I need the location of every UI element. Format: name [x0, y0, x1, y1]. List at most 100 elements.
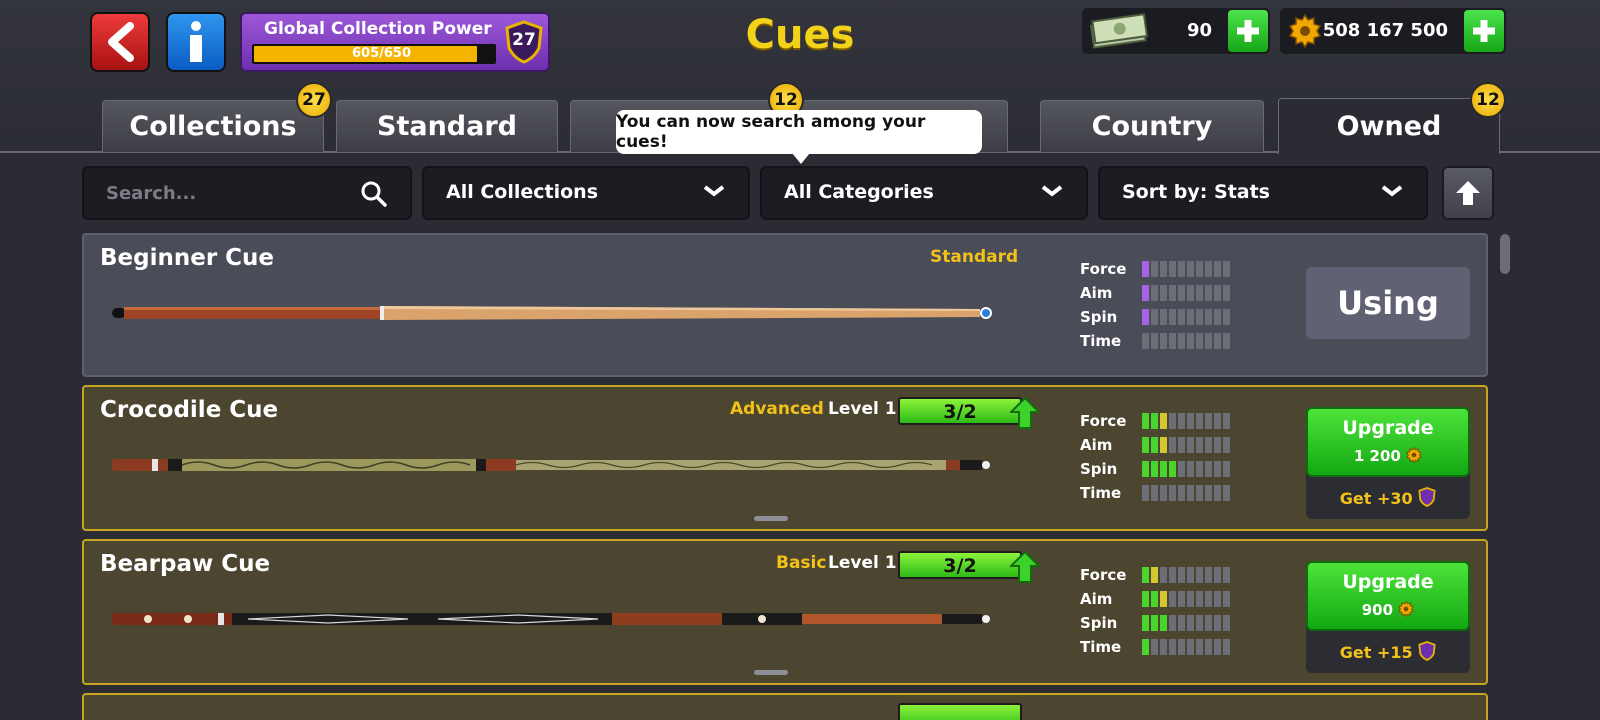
collections-dropdown[interactable]: All Collections [422, 166, 750, 220]
cue-card-crocodile[interactable]: Crocodile Cue Advanced Level 1 3/2 Force… [82, 385, 1488, 531]
stat-bars-force [1142, 261, 1230, 277]
stat-segment [1160, 461, 1167, 477]
stat-segment [1178, 333, 1185, 349]
stat-segment [1178, 437, 1185, 453]
stat-segment [1205, 413, 1212, 429]
stat-segment [1160, 437, 1167, 453]
stat-row-time: Time [1080, 481, 1230, 505]
stat-segment [1196, 437, 1203, 453]
stat-segment [1223, 413, 1230, 429]
categories-dropdown[interactable]: All Categories [760, 166, 1088, 220]
stat-segment [1223, 639, 1230, 655]
upgrade-button[interactable]: Upgrade 1 200 [1306, 407, 1470, 477]
stat-bars-time [1142, 485, 1230, 501]
stat-bars-force [1142, 567, 1230, 583]
stat-label: Spin [1080, 308, 1118, 326]
get-reward[interactable]: Get +15 [1306, 641, 1470, 662]
stat-segment [1187, 309, 1194, 325]
stat-segment [1187, 261, 1194, 277]
stat-segment [1142, 413, 1149, 429]
chevron-down-icon [1041, 185, 1063, 197]
stat-segment [1142, 309, 1149, 325]
tab-standard[interactable]: Standard [336, 100, 558, 152]
stat-segment [1178, 591, 1185, 607]
stat-segment [1214, 591, 1221, 607]
stat-row-force: Force [1080, 563, 1230, 587]
sort-dropdown[interactable]: Sort by: Stats [1098, 166, 1428, 220]
collections-badge: 27 [296, 82, 332, 118]
cue-card-beginner[interactable]: Beginner Cue Standard Force Aim Spin Time U… [82, 233, 1488, 377]
get-reward-text: Get +15 [1339, 643, 1413, 662]
stat-segment [1142, 615, 1149, 631]
back-button[interactable] [90, 12, 150, 72]
stat-segment [1142, 639, 1149, 655]
cash-display: 90 [1082, 8, 1270, 54]
stat-segment [1187, 591, 1194, 607]
stat-row-spin: Spin [1080, 305, 1230, 329]
stat-label: Aim [1080, 436, 1113, 454]
upgrade-button[interactable]: Upgrade 900 [1306, 561, 1470, 631]
stat-label: Force [1080, 412, 1127, 430]
gcp-title: Global Collection Power [264, 19, 492, 39]
stat-segment [1160, 591, 1167, 607]
stat-row-force: Force [1080, 409, 1230, 433]
upgrade-arrow-icon [1010, 551, 1040, 583]
cue-card-next[interactable] [82, 693, 1488, 720]
stat-row-spin: Spin [1080, 611, 1230, 635]
drag-handle [754, 670, 788, 675]
stat-segment [1214, 413, 1221, 429]
stat-segment [1187, 615, 1194, 631]
page-title: Cues [745, 12, 855, 58]
stat-segment [1196, 639, 1203, 655]
stat-segment [1178, 285, 1185, 301]
get-reward[interactable]: Get +30 [1306, 487, 1470, 508]
stat-bars-aim [1142, 591, 1230, 607]
stat-segment [1151, 461, 1158, 477]
sort-direction-button[interactable] [1442, 166, 1494, 220]
upgrade-cost: 900 [1308, 600, 1468, 619]
stat-segment [1187, 639, 1194, 655]
add-cash-button[interactable] [1228, 10, 1268, 52]
stat-row-time: Time [1080, 635, 1230, 659]
stat-segment [1178, 615, 1185, 631]
stat-segment [1196, 261, 1203, 277]
stat-bars-time [1142, 333, 1230, 349]
collections-dropdown-label: All Collections [446, 181, 598, 203]
tab-collections[interactable]: Collections [102, 100, 324, 152]
cue-name: Beginner Cue [100, 245, 275, 271]
scrollbar[interactable] [1500, 234, 1510, 274]
stat-segment [1142, 461, 1149, 477]
stat-segment [1151, 285, 1158, 301]
stat-segment [1196, 567, 1203, 583]
stat-segment [1187, 461, 1194, 477]
search-placeholder: Search... [106, 183, 197, 204]
gcp-progress-text: 605/650 [352, 46, 412, 61]
using-button[interactable]: Using [1306, 267, 1470, 339]
stat-segment [1196, 309, 1203, 325]
stat-segment [1187, 333, 1194, 349]
coin-gear-icon [1398, 600, 1415, 618]
cue-image [112, 306, 992, 320]
stat-segment [1196, 461, 1203, 477]
tab-owned[interactable]: Owned [1278, 98, 1500, 154]
stat-label: Spin [1080, 460, 1118, 478]
upgrade-cost-value: 900 [1361, 601, 1394, 619]
stat-segment [1223, 485, 1230, 501]
add-coins-button[interactable] [1464, 10, 1504, 52]
stat-segment [1214, 639, 1221, 655]
search-input[interactable]: Search... [82, 166, 412, 220]
info-button[interactable] [166, 12, 226, 72]
stat-segment [1205, 461, 1212, 477]
stat-segment [1142, 437, 1149, 453]
cue-category: Basic [776, 553, 827, 573]
stat-segment [1205, 591, 1212, 607]
cue-card-bearpaw[interactable]: Bearpaw Cue Basic Level 1 3/2 Force Aim Sp… [82, 539, 1488, 685]
tab-country[interactable]: Country [1040, 100, 1264, 152]
stat-segment [1214, 261, 1221, 277]
stat-segment [1178, 485, 1185, 501]
global-collection-power[interactable]: Global Collection Power 605/650 27 [240, 12, 550, 72]
stat-segment [1205, 567, 1212, 583]
stat-segment [1151, 261, 1158, 277]
stat-segment [1187, 413, 1194, 429]
stat-segment [1196, 333, 1203, 349]
